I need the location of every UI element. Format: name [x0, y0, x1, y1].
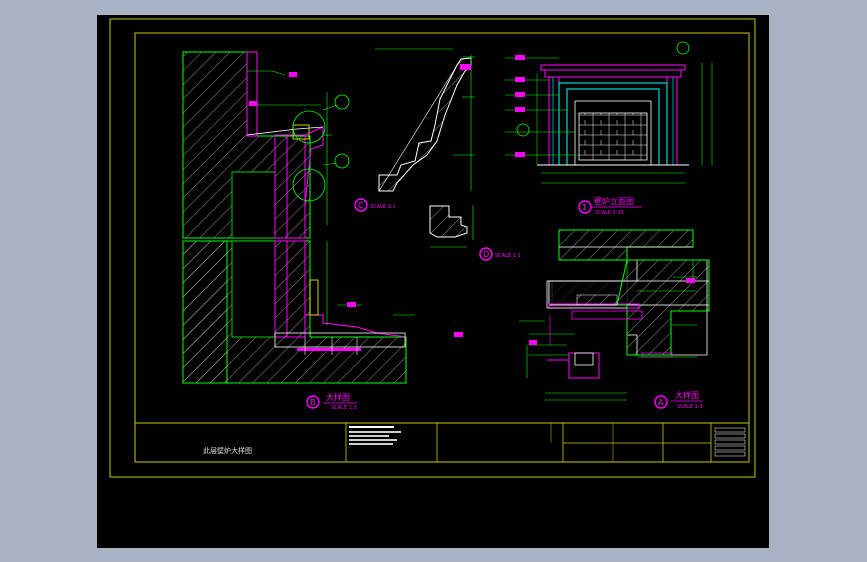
detail-a-title: 大样图 — [675, 390, 699, 400]
title-block: 此层壁炉大样图 — [134, 422, 750, 463]
detail-b-drawing: B 大样图 SCALE 1:3 — [182, 51, 415, 411]
detail-c-scale: SCALE 1:1 — [370, 204, 396, 210]
fireplace-marker: 1 — [582, 203, 587, 212]
detail-a-marker: A — [658, 398, 664, 407]
fireplace-title: 壁炉立面图 — [594, 196, 634, 206]
detail-d-drawing: D SCALE 1:1 — [429, 205, 521, 261]
detail-d-scale: SCALE 1:1 — [495, 253, 521, 259]
detail-d-marker: D — [483, 250, 489, 259]
detail-b-scale: SCALE 1:3 — [331, 405, 357, 411]
cad-viewport[interactable]: B 大样图 SCALE 1:3 C SCALE 1:1 D SCALE 1:1 — [97, 15, 769, 548]
fireplace-scale: SCALE 1:15 — [595, 210, 624, 216]
detail-c-marker: C — [358, 201, 364, 210]
fireplace-elevation: 1 壁炉立面图 SCALE 1:15 — [505, 41, 713, 216]
detail-a-drawing: A 大样图 SCALE 1:3 — [454, 229, 710, 410]
detail-a-scale: SCALE 1:3 — [677, 404, 703, 410]
drawing-name: 此层壁炉大样图 — [203, 446, 252, 455]
detail-c-drawing: C SCALE 1:1 — [354, 48, 475, 212]
detail-b-marker: B — [310, 398, 316, 407]
cad-drawing-sheet: B 大样图 SCALE 1:3 C SCALE 1:1 D SCALE 1:1 — [109, 18, 756, 478]
detail-b-title: 大样图 — [326, 392, 350, 402]
